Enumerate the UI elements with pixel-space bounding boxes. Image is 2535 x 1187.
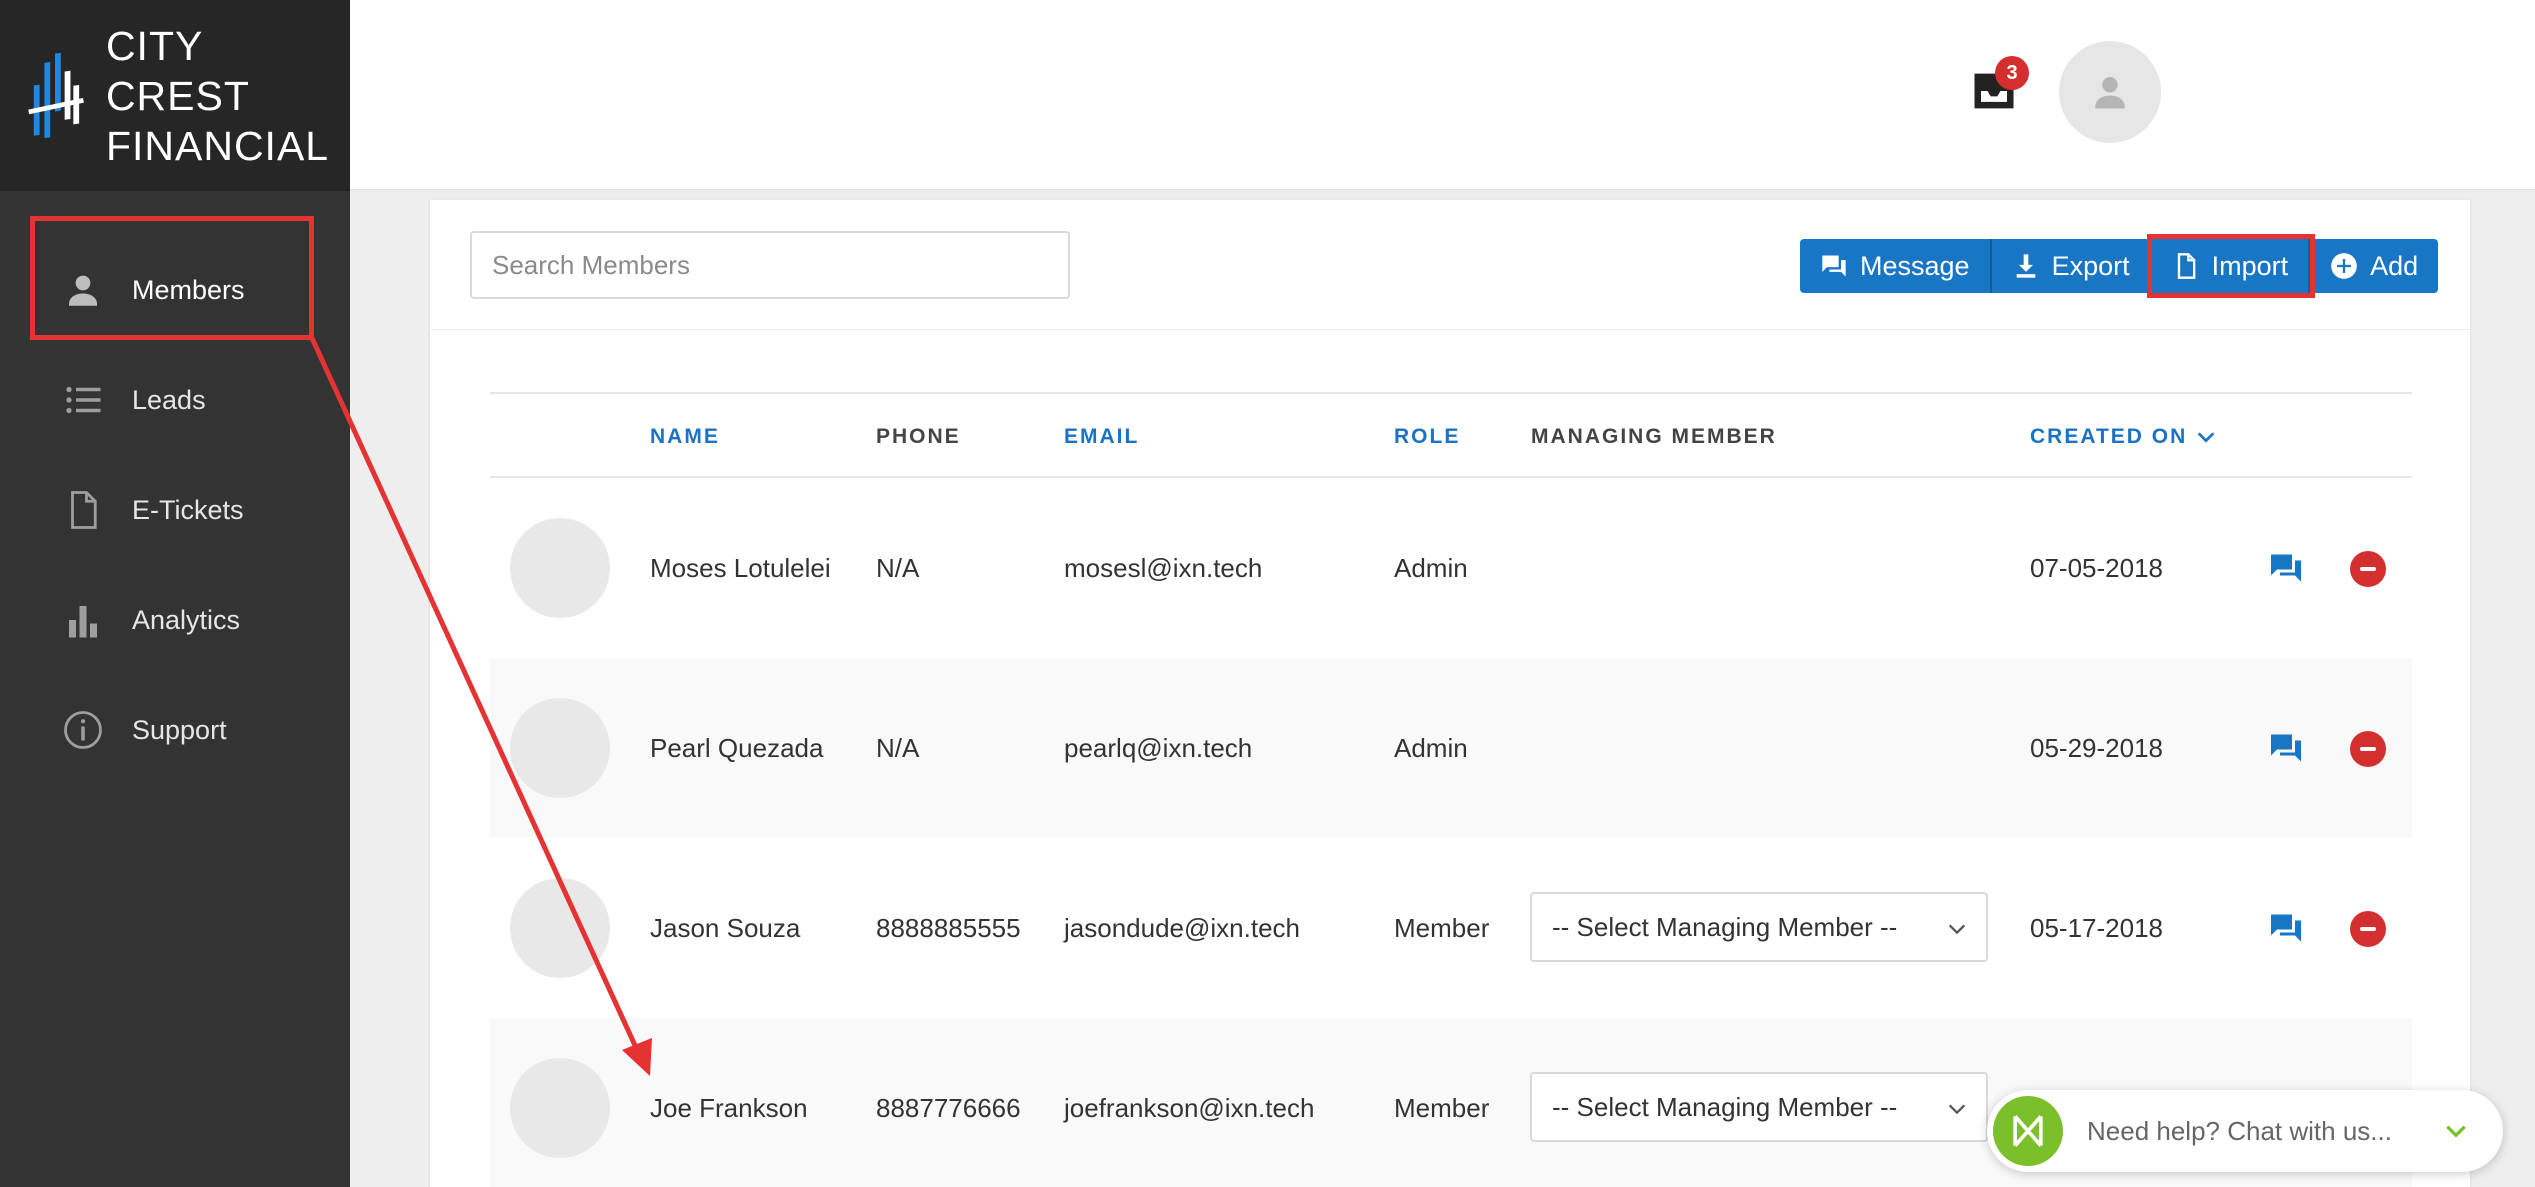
notification-badge: 3 xyxy=(1995,56,2029,90)
chat-prompt: Need help? Chat with us... xyxy=(2087,1115,2392,1146)
export-button[interactable]: Export xyxy=(1991,239,2152,293)
column-header-phone: PHONE xyxy=(876,425,961,448)
member-created-on: 05-29-2018 xyxy=(2030,732,2163,763)
remove-member-button[interactable] xyxy=(2350,551,2386,587)
member-role: Admin xyxy=(1394,732,1468,763)
download-icon xyxy=(2016,254,2035,278)
sidebar-item-label: E-Tickets xyxy=(132,494,244,525)
sidebar-item-label: Support xyxy=(132,714,227,745)
table-row: Moses Lotulelei N/A mosesl@ixn.tech Admi… xyxy=(490,478,2412,658)
member-name: Moses Lotulelei xyxy=(650,552,831,583)
sidebar-item-label: Analytics xyxy=(132,604,241,635)
minus-icon xyxy=(2360,747,2376,751)
member-phone: N/A xyxy=(876,732,920,763)
table-row: Jason Souza 8888885555 jasondude@ixn.tec… xyxy=(490,838,2412,1018)
brand-line-2: FINANCIAL xyxy=(105,122,330,169)
member-email: mosesl@ixn.tech xyxy=(1064,552,1263,583)
sidebar-item-leads[interactable]: Leads xyxy=(0,345,350,455)
message-button-label: Message xyxy=(1860,250,1970,281)
brand-line-1: CITY CREST xyxy=(105,22,250,119)
member-name: Jason Souza xyxy=(650,912,801,943)
chevron-down-icon xyxy=(2197,432,2215,443)
chat-widget[interactable]: Need help? Chat with us... xyxy=(1987,1090,2503,1172)
member-phone: 8887776666 xyxy=(876,1092,1021,1123)
column-header-email[interactable]: EMAIL xyxy=(1064,394,1139,480)
chevron-down-icon xyxy=(1948,924,1966,935)
managing-member-select-value: -- Select Managing Member -- xyxy=(1552,1091,1898,1122)
chevron-down-icon xyxy=(1948,1104,1966,1115)
sidebar-item-support[interactable]: Support xyxy=(0,675,350,785)
message-member-icon[interactable] xyxy=(2268,730,2304,766)
member-role: Member xyxy=(1394,912,1490,943)
message-member-icon[interactable] xyxy=(2268,910,2304,946)
import-button[interactable]: Import xyxy=(2146,234,2316,298)
managing-member-select-value: -- Select Managing Member -- xyxy=(1552,911,1898,942)
member-phone: 8888885555 xyxy=(876,912,1021,943)
export-button-label: Export xyxy=(2051,250,2130,281)
members-toolbar: Message Export Import Add xyxy=(430,200,2470,330)
avatar xyxy=(510,518,610,618)
chat-bubbles-icon xyxy=(1822,255,1846,277)
action-button-group: Message Export Import Add xyxy=(1800,234,2439,298)
member-name: Joe Frankson xyxy=(650,1092,808,1123)
info-icon xyxy=(62,709,104,751)
brand-logo[interactable]: CITY CREST FINANCIAL xyxy=(0,0,350,191)
member-email: joefrankson@ixn.tech xyxy=(1064,1092,1315,1123)
column-header-created-on-label: CREATED ON xyxy=(2030,425,2188,448)
sidebar-item-label: Leads xyxy=(132,384,206,415)
bar-chart-icon xyxy=(62,599,104,641)
members-table: NAME PHONE EMAIL ROLE MANAGING MEMBER CR… xyxy=(490,392,2412,1187)
minus-icon xyxy=(2360,567,2376,571)
member-role: Admin xyxy=(1394,552,1468,583)
member-role: Member xyxy=(1394,1092,1490,1123)
sidebar-item-analytics[interactable]: Analytics xyxy=(0,565,350,675)
column-header-role[interactable]: ROLE xyxy=(1394,394,1460,480)
avatar xyxy=(510,878,610,978)
member-name: Pearl Quezada xyxy=(650,732,824,763)
add-button-label: Add xyxy=(2370,250,2419,281)
message-button[interactable]: Message xyxy=(1800,239,1992,293)
member-created-on: 07-05-2018 xyxy=(2030,552,2163,583)
annotation-highlight-box xyxy=(30,216,314,340)
sidebar-item-etickets[interactable]: E-Tickets xyxy=(0,455,350,565)
chevron-down-icon[interactable] xyxy=(2443,1118,2469,1144)
member-created-on: 05-17-2018 xyxy=(2030,912,2163,943)
message-member-icon[interactable] xyxy=(2268,550,2304,586)
top-header xyxy=(350,0,2535,190)
column-header-created-on[interactable]: CREATED ON xyxy=(2030,394,2217,480)
member-email: pearlq@ixn.tech xyxy=(1064,732,1253,763)
chat-logo-icon xyxy=(1993,1096,2063,1166)
remove-member-button[interactable] xyxy=(2350,731,2386,767)
member-phone: N/A xyxy=(876,552,920,583)
remove-member-button[interactable] xyxy=(2350,911,2386,947)
person-icon xyxy=(2095,76,2125,109)
table-row: Pearl Quezada N/A pearlq@ixn.tech Admin … xyxy=(490,658,2412,838)
search-input[interactable] xyxy=(470,231,1070,299)
members-card: Message Export Import Add NAME PHONE EMA… xyxy=(430,200,2470,1187)
avatar xyxy=(510,1058,610,1158)
sidebar: CITY CREST FINANCIAL Members Leads E-Tic… xyxy=(0,0,350,1187)
minus-icon xyxy=(2360,927,2376,931)
brand-logo-icon xyxy=(28,52,84,138)
avatar xyxy=(510,698,610,798)
import-button-label: Import xyxy=(2211,250,2289,281)
column-header-managing-member: MANAGING MEMBER xyxy=(1531,425,1777,448)
table-header: NAME PHONE EMAIL ROLE MANAGING MEMBER CR… xyxy=(490,392,2412,478)
document-icon xyxy=(62,489,104,531)
managing-member-select[interactable]: -- Select Managing Member -- xyxy=(1530,1072,1988,1142)
column-header-name[interactable]: NAME xyxy=(650,394,720,480)
add-button[interactable]: Add xyxy=(2310,239,2439,293)
user-avatar[interactable] xyxy=(2059,41,2161,143)
managing-member-select[interactable]: -- Select Managing Member -- xyxy=(1530,892,1988,962)
brand-name: CITY CREST FINANCIAL xyxy=(106,21,350,171)
member-email: jasondude@ixn.tech xyxy=(1064,912,1300,943)
list-icon xyxy=(62,379,104,421)
document-icon xyxy=(2177,253,2195,279)
plus-circle-icon xyxy=(2331,253,2357,279)
